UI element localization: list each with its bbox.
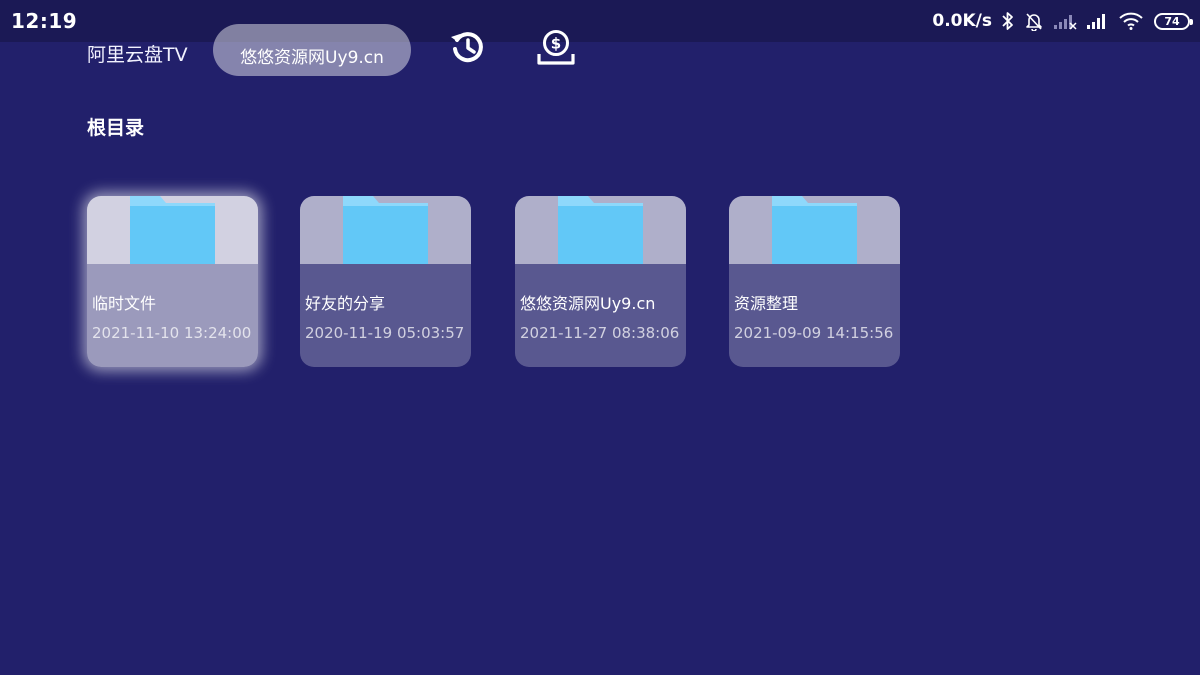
folder-name: 资源整理 — [734, 294, 799, 313]
folder-icon — [772, 196, 857, 264]
bell-muted-icon — [1024, 11, 1044, 31]
battery-level: 74 — [1164, 14, 1180, 28]
dollar-download-icon: $ — [537, 28, 575, 70]
signal-weak-icon — [1053, 12, 1077, 30]
net-speed: 0.0K/s — [932, 11, 992, 31]
folder-card[interactable]: 资源整理 2021-09-09 14:15:56 — [729, 196, 900, 367]
folder-card-header — [515, 196, 686, 264]
folder-date: 2021-11-27 08:38:06 — [520, 324, 680, 342]
folder-date: 2021-11-10 13:24:00 — [92, 324, 252, 342]
history-button[interactable] — [447, 29, 487, 69]
folder-name: 悠悠资源网Uy9.cn — [520, 294, 656, 313]
folder-date: 2021-09-09 14:15:56 — [734, 324, 894, 342]
folder-name: 临时文件 — [92, 294, 157, 313]
folder-name: 好友的分享 — [305, 294, 386, 313]
section-title: 根目录 — [87, 117, 145, 139]
folder-icon — [558, 196, 643, 264]
folder-card-header — [87, 196, 258, 264]
signal-icon — [1086, 12, 1110, 30]
folder-icon — [130, 196, 215, 264]
folder-date: 2020-11-19 05:03:57 — [305, 324, 465, 342]
folder-card[interactable]: 临时文件 2021-11-10 13:24:00 — [87, 196, 258, 367]
status-bar: 12:19 0.0K/s 74 — [0, 0, 1200, 42]
sync-button[interactable]: $ — [536, 29, 576, 69]
app-title: 阿里云盘TV — [87, 44, 188, 66]
history-icon — [448, 28, 486, 70]
search-button[interactable]: 悠悠资源网Uy9.cn — [213, 24, 411, 76]
svg-text:$: $ — [551, 35, 561, 53]
folder-card[interactable]: 好友的分享 2020-11-19 05:03:57 — [300, 196, 471, 367]
status-clock: 12:19 — [11, 9, 78, 33]
folder-card-header — [300, 196, 471, 264]
bluetooth-icon — [1001, 11, 1015, 31]
status-icons: 0.0K/s 74 — [932, 8, 1193, 34]
folder-icon — [343, 196, 428, 264]
battery-icon: 74 — [1154, 12, 1193, 30]
search-text: 悠悠资源网Uy9.cn — [240, 47, 384, 68]
folder-card[interactable]: 悠悠资源网Uy9.cn 2021-11-27 08:38:06 — [515, 196, 686, 367]
wifi-icon — [1119, 12, 1143, 30]
folder-card-header — [729, 196, 900, 264]
